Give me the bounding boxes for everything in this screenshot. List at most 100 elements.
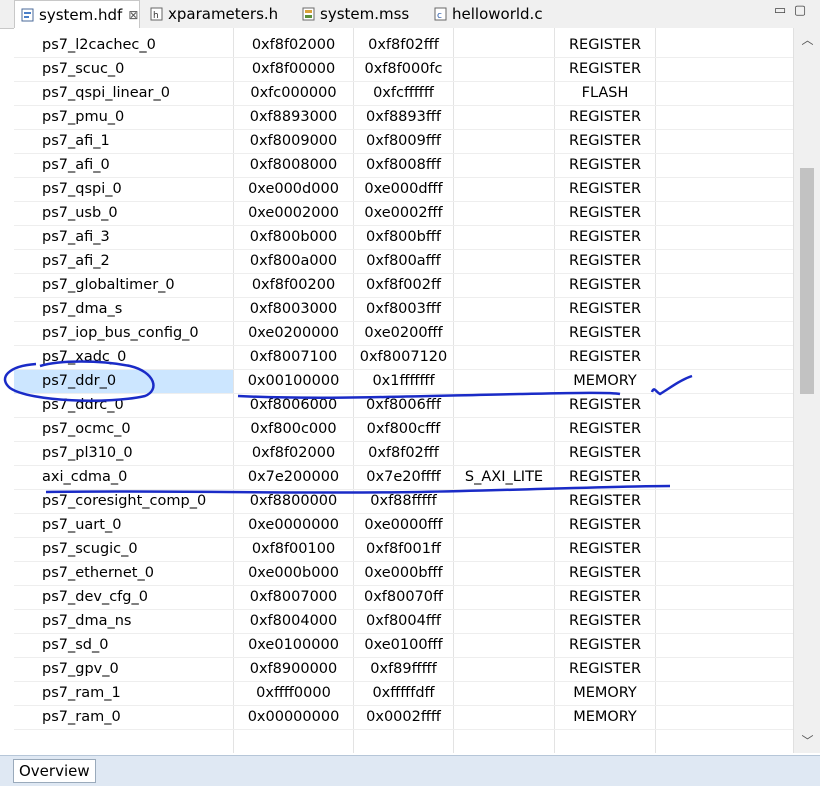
table-row[interactable]: ps7_dma_ns 0xf8004000 0xf8004fff REGISTER xyxy=(14,610,807,634)
slave-interface-cell xyxy=(454,58,554,81)
vertical-scrollbar[interactable]: ︿ ﹀ xyxy=(793,28,820,753)
base-address-cell: 0xf8004000 xyxy=(249,613,338,629)
table-row[interactable]: ps7_dma_s 0xf8003000 0xf8003fff REGISTER xyxy=(14,298,807,322)
slave-interface-cell: S_AXI_LITE xyxy=(464,469,544,485)
table-row[interactable]: ps7_ethernet_0 0xe000b000 0xe000bfff REGIST… xyxy=(14,562,807,586)
module-name-cell: ps7_afi_2 xyxy=(42,253,110,269)
tab-system-mss[interactable]: system.mss xyxy=(302,0,409,27)
table-row[interactable]: ps7_qspi_linear_0 0xfc000000 0xfcffffff FLA… xyxy=(14,82,807,106)
scroll-up-icon[interactable]: ︿ xyxy=(794,30,820,50)
slave-interface-cell xyxy=(454,34,554,57)
base-address-cell: 0xe0200000 xyxy=(248,325,339,341)
table-row[interactable]: ps7_sd_0 0xe0100000 0xe0100fff REGISTER xyxy=(14,634,807,658)
module-name-cell: ps7_ram_0 xyxy=(42,709,121,725)
table-row[interactable]: ps7_coresight_comp_0 0xf8800000 0xf88fffff… xyxy=(14,490,807,514)
module-name-cell: ps7_dma_ns xyxy=(42,613,132,629)
table-row[interactable]: ps7_qspi_0 0xe000d000 0xe000dfff REGISTER xyxy=(14,178,807,202)
maximize-icon[interactable]: ▢ xyxy=(792,3,808,19)
memory-type-cell: REGISTER xyxy=(568,277,642,293)
high-address-cell: 0x7e20ffff xyxy=(366,469,441,485)
module-name-cell: axi_cdma_0 xyxy=(42,469,128,485)
tab-system-hdf[interactable]: system.hdf ⊠ xyxy=(14,0,140,29)
tab-xparameters-h[interactable]: h xparameters.h xyxy=(150,0,278,27)
module-name-cell: ps7_ram_1 xyxy=(42,685,121,701)
slave-interface-cell xyxy=(454,706,554,729)
slave-interface-cell xyxy=(454,418,554,441)
slave-interface-cell xyxy=(454,370,554,393)
base-address-cell: 0xf8f02000 xyxy=(251,37,336,53)
c-header-file-icon: h xyxy=(150,7,163,21)
minimize-icon[interactable]: ▭ xyxy=(772,3,788,19)
module-name-cell: ps7_dev_cfg_0 xyxy=(42,589,148,605)
table-row[interactable]: ps7_usb_0 0xe0002000 0xe0002fff REGISTER xyxy=(14,202,807,226)
slave-interface-cell xyxy=(454,562,554,585)
high-address-cell: 0xf8008fff xyxy=(366,157,441,173)
memory-type-cell: REGISTER xyxy=(568,517,642,533)
slave-interface-cell xyxy=(454,226,554,249)
slave-interface-cell xyxy=(454,154,554,177)
table-row[interactable]: ps7_ram_1 0xffff0000 0xfffffdff MEMORY xyxy=(14,682,807,706)
high-address-cell: 0xf80070ff xyxy=(363,589,444,605)
svg-text:h: h xyxy=(153,11,159,21)
table-row[interactable]: ps7_xadc_0 0xf8007100 0xf8007120 REGISTER xyxy=(14,346,807,370)
module-name-cell: ps7_scugic_0 xyxy=(42,541,138,557)
address-map-table: ps7_l2cachec_0 0xf8f02000 0xf8f02fff REGIST… xyxy=(14,28,807,753)
module-name-cell: ps7_afi_0 xyxy=(42,157,110,173)
memory-type-cell: REGISTER xyxy=(568,613,642,629)
table-row[interactable]: ps7_scugic_0 0xf8f00100 0xf8f001ff REGISTER xyxy=(14,538,807,562)
base-address-cell: 0xe000b000 xyxy=(248,565,339,581)
base-address-cell: 0xe000d000 xyxy=(248,181,339,197)
slave-interface-cell xyxy=(454,130,554,153)
base-address-cell: 0xe0100000 xyxy=(248,637,339,653)
table-row[interactable]: ps7_globaltimer_0 0xf8f00200 0xf8f002ff REG… xyxy=(14,274,807,298)
table-row[interactable]: ps7_ram_0 0x00000000 0x0002ffff MEMORY xyxy=(14,706,807,730)
memory-type-cell: FLASH xyxy=(581,85,629,101)
module-name-cell: ps7_qspi_0 xyxy=(42,181,122,197)
high-address-cell: 0xf800afff xyxy=(366,253,441,269)
table-row[interactable]: ps7_pl310_0 0xf8f02000 0xf8f02fff REGISTER xyxy=(14,442,807,466)
table-row[interactable]: ps7_ocmc_0 0xf800c000 0xf800cfff REGISTER xyxy=(14,418,807,442)
table-row[interactable]: ps7_scuc_0 0xf8f00000 0xf8f000fc REGISTER xyxy=(14,58,807,82)
high-address-cell: 0xf8f000fc xyxy=(364,61,443,77)
base-address-cell: 0x7e200000 xyxy=(247,469,340,485)
base-address-cell: 0xf8f00100 xyxy=(251,541,336,557)
table-row[interactable]: ps7_afi_1 0xf8009000 0xf8009fff REGISTER xyxy=(14,130,807,154)
base-address-cell: 0x00100000 xyxy=(247,373,340,389)
high-address-cell: 0xf8006fff xyxy=(366,397,441,413)
table-row[interactable]: axi_cdma_0 0x7e200000 0x7e20ffff S_AXI_LITE… xyxy=(14,466,807,490)
table-row[interactable]: ps7_gpv_0 0xf8900000 0xf89fffff REGISTER xyxy=(14,658,807,682)
high-address-cell: 0xe0200fff xyxy=(364,325,443,341)
slave-interface-cell xyxy=(454,394,554,417)
table-row[interactable]: ps7_pmu_0 0xf8893000 0xf8893fff REGISTER xyxy=(14,106,807,130)
table-row[interactable]: ps7_ddrc_0 0xf8006000 0xf8006fff REGISTER xyxy=(14,394,807,418)
module-name-cell: ps7_iop_bus_config_0 xyxy=(42,325,199,341)
scroll-down-icon[interactable]: ﹀ xyxy=(794,731,820,751)
slave-interface-cell xyxy=(454,298,554,321)
high-address-cell: 0xfcffffff xyxy=(373,85,434,101)
memory-type-cell: REGISTER xyxy=(568,493,642,509)
slave-interface-cell xyxy=(454,658,554,681)
base-address-cell: 0xe0002000 xyxy=(248,205,339,221)
table-row[interactable]: ps7_l2cachec_0 0xf8f02000 0xf8f02fff REGIST… xyxy=(14,34,807,58)
slave-interface-cell xyxy=(454,274,554,297)
close-tab-icon[interactable]: ⊠ xyxy=(128,8,138,22)
memory-type-cell: REGISTER xyxy=(568,589,642,605)
table-row[interactable]: ps7_afi_0 0xf8008000 0xf8008fff REGISTER xyxy=(14,154,807,178)
module-name-cell: ps7_scuc_0 xyxy=(42,61,125,77)
base-address-cell: 0xf8893000 xyxy=(249,109,338,125)
high-address-cell: 0xe0002fff xyxy=(364,205,443,221)
table-row[interactable]: ps7_afi_3 0xf800b000 0xf800bfff REGISTER xyxy=(14,226,807,250)
scrollbar-thumb[interactable] xyxy=(800,168,814,394)
memory-type-cell: REGISTER xyxy=(568,229,642,245)
tab-helloworld-c[interactable]: c helloworld.c xyxy=(434,0,543,27)
slave-interface-cell xyxy=(454,346,554,369)
table-row[interactable]: ps7_afi_2 0xf800a000 0xf800afff REGISTER xyxy=(14,250,807,274)
tab-overview[interactable]: Overview xyxy=(13,759,96,783)
table-row[interactable]: ps7_dev_cfg_0 0xf8007000 0xf80070ff REGISTE… xyxy=(14,586,807,610)
table-row[interactable]: ps7_uart_0 0xe0000000 0xe0000fff REGISTER xyxy=(14,514,807,538)
memory-type-cell: REGISTER xyxy=(568,541,642,557)
table-row[interactable]: ps7_ddr_0 0x00100000 0x1fffffff MEMORY xyxy=(14,370,807,394)
high-address-cell: 0xf8004fff xyxy=(366,613,441,629)
base-address-cell: 0xf8007100 xyxy=(249,349,338,365)
table-row[interactable]: ps7_iop_bus_config_0 0xe0200000 0xe0200fff… xyxy=(14,322,807,346)
